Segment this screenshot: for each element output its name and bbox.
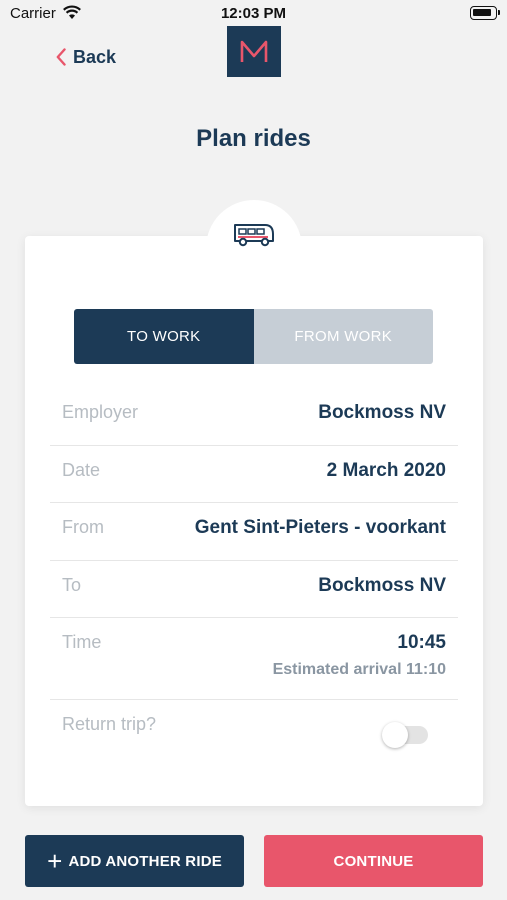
- bus-bubble: [206, 200, 302, 280]
- to-label: To: [62, 575, 82, 595]
- plus-icon: +: [47, 846, 63, 876]
- continue-label: CONTINUE: [333, 852, 414, 870]
- status-bar: Carrier 12:03 PM: [0, 0, 507, 26]
- estimated-arrival: Estimated arrival 11:10: [272, 661, 446, 678]
- to-value: Bockmoss NV: [318, 575, 446, 596]
- bus-icon: [234, 224, 274, 247]
- battery-icon: [470, 6, 500, 20]
- from-row[interactable]: From Gent Sint-Pieters - voorkant: [50, 503, 458, 561]
- date-label: Date: [62, 460, 101, 480]
- employer-label: Employer: [62, 402, 139, 422]
- return-trip-row: Return trip?: [50, 700, 458, 770]
- date-value: 2 March 2020: [326, 460, 446, 481]
- chevron-left-icon: [56, 48, 66, 66]
- app-logo: [227, 26, 281, 77]
- employer-value: Bockmoss NV: [318, 402, 446, 423]
- time-row[interactable]: Time 10:45 Estimated arrival 11:10: [50, 618, 458, 700]
- tab-from-work[interactable]: FROM WORK: [253, 309, 433, 364]
- continue-button[interactable]: CONTINUE: [264, 835, 483, 887]
- to-row[interactable]: To Bockmoss NV: [50, 561, 458, 618]
- add-ride-label: ADD ANOTHER RIDE: [68, 852, 222, 870]
- time-label: Time: [62, 632, 102, 652]
- from-label: From: [62, 517, 104, 537]
- return-trip-switch[interactable]: [382, 722, 428, 748]
- clock: 12:03 PM: [220, 5, 287, 22]
- time-value: 10:45: [397, 632, 446, 653]
- add-another-ride-button[interactable]: + ADD ANOTHER RIDE: [25, 835, 244, 887]
- from-value: Gent Sint-Pieters - voorkant: [194, 517, 446, 538]
- ride-card: TO WORK FROM WORK Employer Bockmoss NV D…: [25, 236, 483, 806]
- page-title: Plan rides: [196, 125, 311, 152]
- return-trip-label: Return trip?: [62, 714, 157, 734]
- date-row[interactable]: Date 2 March 2020: [50, 446, 458, 503]
- tab-to-work[interactable]: TO WORK: [74, 309, 254, 364]
- back-button[interactable]: Back: [56, 45, 116, 69]
- back-label: Back: [73, 46, 117, 67]
- employer-row[interactable]: Employer Bockmoss NV: [50, 388, 458, 446]
- logo-m-icon: [240, 40, 268, 62]
- direction-toggle: TO WORK FROM WORK: [74, 309, 433, 364]
